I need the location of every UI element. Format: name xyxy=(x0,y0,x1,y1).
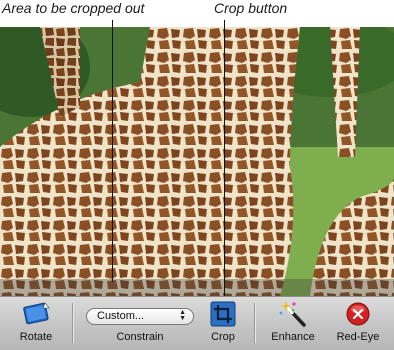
rotate-label: Rotate xyxy=(19,331,53,343)
cropped-area-callout: Area to be cropped out xyxy=(2,0,145,16)
red-eye-button[interactable]: Red-Eye xyxy=(330,299,386,349)
constrain-select-value: Custom... xyxy=(97,310,145,322)
crop-button-callout: Crop button xyxy=(214,0,288,16)
red-eye-icon xyxy=(345,299,371,329)
constrain-select[interactable]: Custom... ▲ ▼ xyxy=(86,308,194,325)
toolbar-divider xyxy=(254,303,255,343)
crop-button[interactable]: Crop xyxy=(203,299,243,349)
crop-icon xyxy=(210,299,236,329)
enhance-label: Enhance xyxy=(271,331,315,343)
rotate-button[interactable]: Rotate xyxy=(12,299,60,349)
constrain-control: Custom... ▲ ▼ Constrain xyxy=(84,299,196,349)
toolbar-divider xyxy=(72,303,73,343)
rotate-icon xyxy=(21,299,51,329)
cropped-area-leader-line xyxy=(112,20,113,282)
photo-canvas[interactable] xyxy=(0,27,394,296)
crop-button-leader-line xyxy=(224,20,225,306)
edit-toolbar: Rotate Custom... ▲ ▼ Constrain Crop Enha… xyxy=(0,296,394,350)
magic-wand-icon xyxy=(278,299,308,329)
enhance-button[interactable]: Enhance xyxy=(265,299,321,349)
red-eye-label: Red-Eye xyxy=(336,331,380,343)
crop-label: Crop xyxy=(211,331,235,343)
constrain-label: Constrain xyxy=(116,331,164,343)
select-arrows-icon: ▲ ▼ xyxy=(179,309,186,322)
